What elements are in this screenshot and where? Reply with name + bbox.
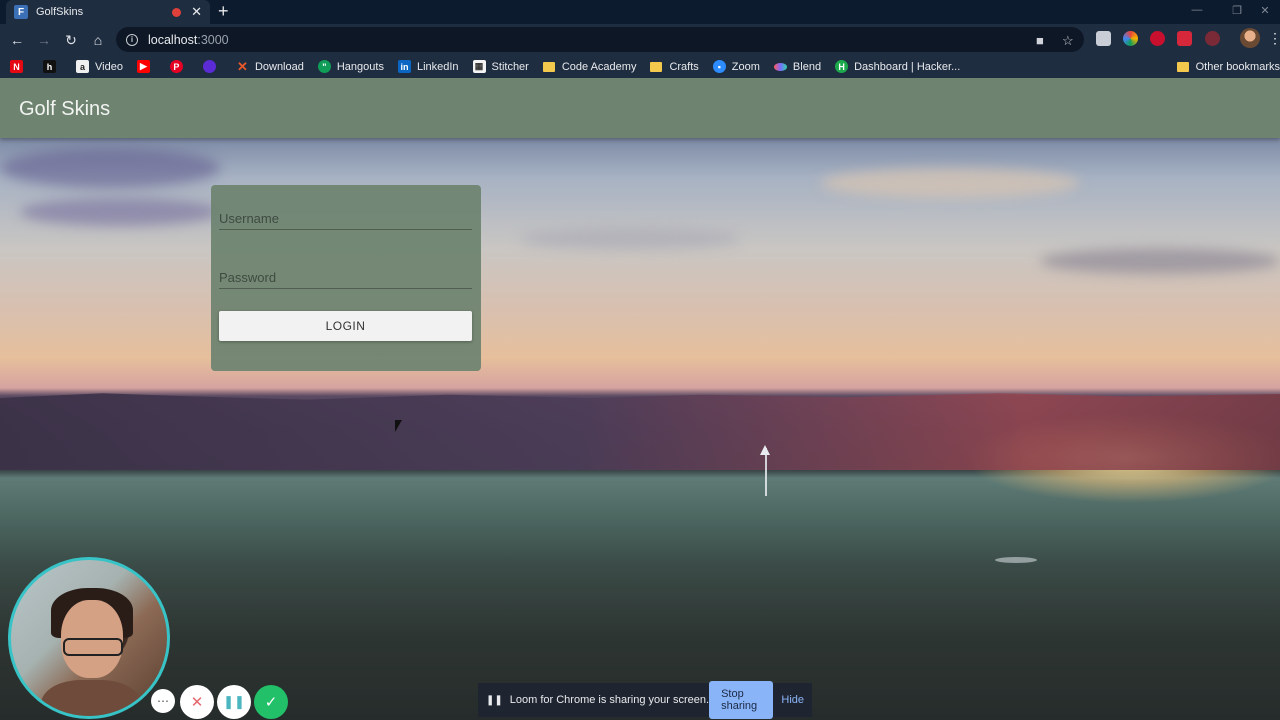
cloud [0, 148, 220, 188]
menu-icon[interactable]: ⋮ [1268, 30, 1280, 47]
login-button[interactable]: LOGIN [219, 311, 472, 341]
bookmark-hackerrank[interactable]: h [43, 60, 62, 73]
bookmark-youtube[interactable]: ▶ [136, 60, 156, 73]
forward-icon[interactable]: → [33, 29, 55, 51]
bookmark-crafts[interactable]: Crafts [650, 61, 699, 73]
page-viewport: Golf Skins LOGIN [0, 78, 1280, 720]
folder-icon [1176, 61, 1189, 72]
zoom-icon: ▪ [712, 60, 726, 73]
folder-icon [650, 61, 663, 72]
stitcher-icon: ▦ [472, 60, 486, 73]
screen-share-bar: ❚❚ Loom for Chrome is sharing your scree… [478, 681, 812, 719]
cancel-recording-icon[interactable]: ✕ [180, 685, 214, 719]
app-title: Golf Skins [19, 98, 111, 120]
bookmark-linkedin[interactable]: in LinkedIn [397, 60, 459, 73]
address-port: :3000 [197, 32, 229, 47]
hackerrank-icon: H [835, 60, 849, 73]
stop-sharing-button[interactable]: Stop sharing [709, 681, 774, 719]
cloud [1040, 248, 1280, 274]
bookmark-video[interactable]: a Video [76, 60, 123, 73]
bookmark-code-academy[interactable]: Code Academy [542, 61, 636, 73]
golf-cup [995, 557, 1037, 563]
bookmarks-bar: N h a Video ▶ P ✕ Download " Hangouts in Lin… [0, 55, 1280, 78]
hide-share-bar-button[interactable]: Hide [781, 694, 804, 706]
more-options-icon[interactable]: ⋯ [151, 689, 175, 713]
back-icon[interactable]: ← [6, 29, 28, 51]
ublock-extension-icon[interactable] [1150, 31, 1165, 46]
color-picker-extension-icon[interactable] [1123, 31, 1138, 46]
reload-icon[interactable]: ↻ [60, 29, 82, 51]
share-message: Loom for Chrome is sharing your screen. [509, 694, 710, 706]
tree-line [0, 393, 1280, 470]
pinterest-icon: P [169, 60, 183, 73]
address-host: localhost [148, 32, 198, 47]
golf-course-background [0, 138, 1280, 720]
login-form: LOGIN [211, 185, 481, 371]
recording-icon [172, 7, 182, 17]
new-tab-button[interactable]: + [218, 1, 229, 21]
pause-icon: ❚❚ [486, 694, 503, 706]
site-info-icon[interactable]: i [126, 33, 138, 46]
webcam-bubble[interactable] [8, 557, 170, 719]
profile-avatar[interactable] [1240, 28, 1260, 48]
browser-tab[interactable]: F GolfSkins ✕ [6, 0, 210, 24]
cloud [820, 168, 1080, 198]
golf-skins-favicon-icon: F [14, 5, 28, 19]
linkedin-icon: in [397, 60, 411, 73]
cloud [20, 198, 220, 226]
extensions-grid-icon[interactable] [1096, 31, 1111, 46]
bookmark-purple[interactable] [202, 60, 222, 73]
netflix-icon: N [10, 60, 23, 73]
minimize-icon[interactable]: — [1176, 0, 1218, 20]
cloud [520, 228, 740, 250]
blend-icon [773, 62, 787, 71]
folder-icon [542, 61, 555, 72]
bookmark-stitcher[interactable]: ▦ Stitcher [472, 60, 529, 73]
webcam-person-body [41, 680, 141, 716]
bookmark-star-icon[interactable]: ☆ [1062, 33, 1074, 49]
mouse-cursor-icon [395, 420, 402, 432]
bookmark-pinterest[interactable]: P [169, 60, 189, 73]
bookmark-hangouts[interactable]: " Hangouts [317, 60, 384, 73]
other-bookmarks[interactable]: Other bookmarks [1176, 55, 1280, 78]
window-close-icon[interactable]: ✕ [1250, 0, 1280, 20]
address-bar[interactable]: i localhost:3000 ■ ☆ [116, 27, 1084, 52]
home-icon[interactable]: ⌂ [87, 29, 109, 51]
bookmark-zoom[interactable]: ▪ Zoom [712, 60, 760, 73]
youtube-icon: ▶ [136, 60, 150, 73]
app-header: Golf Skins [0, 78, 1280, 138]
amazon-icon: a [76, 60, 89, 73]
bookmark-netflix[interactable]: N [10, 60, 29, 73]
webcam-person-glasses [63, 638, 123, 656]
loom-extension-icon[interactable] [1205, 31, 1220, 46]
hackerrank-icon: h [43, 60, 56, 73]
pause-recording-icon[interactable]: ❚❚ [217, 685, 251, 719]
browser-toolbar: ← → ↻ ⌂ i localhost:3000 ■ ☆ ⋮ [0, 24, 1280, 55]
tab-strip: F GolfSkins ✕ + — ❐ ✕ [0, 0, 1280, 24]
pocket-extension-icon[interactable] [1177, 31, 1192, 46]
close-tab-icon[interactable]: ✕ [191, 4, 202, 20]
bookmark-blend[interactable]: Blend [773, 61, 821, 73]
bookmark-dashboard-hacker[interactable]: H Dashboard | Hacker... [835, 60, 960, 73]
finish-recording-icon[interactable]: ✓ [254, 685, 288, 719]
flagstick [765, 448, 767, 496]
password-field[interactable] [219, 267, 472, 289]
x-icon: ✕ [236, 58, 248, 74]
username-field[interactable] [219, 208, 472, 230]
purple-circle-icon [202, 60, 216, 73]
camera-icon[interactable]: ■ [1036, 33, 1044, 48]
hangouts-icon: " [317, 60, 331, 73]
tab-title: GolfSkins [36, 6, 84, 18]
bookmark-download[interactable]: ✕ Download [236, 58, 304, 74]
